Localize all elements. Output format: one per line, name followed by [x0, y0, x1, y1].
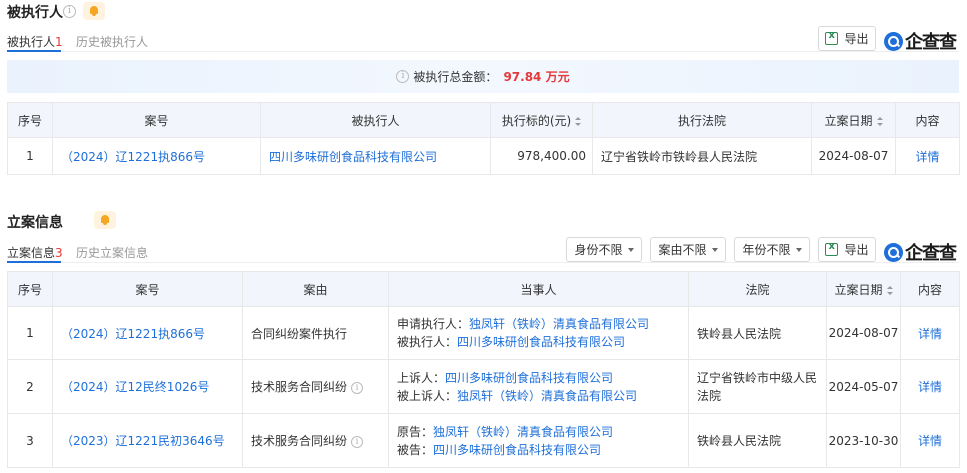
- table-header-row: 序号 案号 被执行人 执行标的(元) 执行法院 立案日期 内容: [7, 102, 960, 138]
- filing-table: 序号 案号 案由 当事人 法院 立案日期 内容 1 （2024）辽1221执86…: [7, 271, 960, 468]
- bell-icon[interactable]: [83, 2, 105, 20]
- logo-mark-icon: [884, 242, 903, 262]
- sortable-header-amount[interactable]: 执行标的(元): [490, 102, 593, 138]
- bell-icon[interactable]: [93, 211, 116, 229]
- tab-history-filing[interactable]: 历史立案信息: [76, 244, 148, 261]
- section-title-executed: 被执行人: [7, 5, 63, 21]
- sort-icon: [886, 285, 893, 295]
- filter-identity-dropdown[interactable]: 身份不限: [566, 237, 642, 262]
- tab-executed[interactable]: 被执行人1: [7, 33, 63, 50]
- export-button[interactable]: 导出: [818, 237, 876, 262]
- party-link[interactable]: 四川多味研创食品科技有限公司: [445, 371, 613, 385]
- executed-table: 序号 案号 被执行人 执行标的(元) 执行法院 立案日期 内容 1 （2024）…: [7, 102, 960, 175]
- excel-icon: [825, 30, 839, 45]
- party-link[interactable]: 独凤轩（铁岭）清真食品有限公司: [433, 425, 613, 439]
- table-row: 1 （2024）辽1221执866号 合同纠纷案件执行 申请执行人：独凤轩（铁岭…: [7, 306, 960, 360]
- detail-link[interactable]: 详情: [918, 327, 942, 341]
- detail-link[interactable]: 详情: [915, 150, 939, 164]
- info-icon[interactable]: i: [351, 381, 364, 394]
- info-icon[interactable]: i: [351, 435, 364, 448]
- sort-icon: [575, 116, 582, 126]
- sortable-header-date[interactable]: 立案日期: [826, 271, 901, 307]
- tab-active-indicator: [7, 50, 61, 52]
- info-icon[interactable]: i: [396, 70, 410, 83]
- chevron-down-icon: [795, 247, 802, 252]
- tab-active-indicator: [7, 261, 61, 263]
- excel-icon: [825, 241, 839, 256]
- case-number-link[interactable]: （2024）辽1221执866号: [61, 327, 205, 341]
- table-row: 2 （2024）辽12民终1026号 技术服务合同纠纷 i 上诉人：四川多味研创食…: [7, 359, 960, 414]
- qichacha-logo: 企查查: [884, 239, 957, 265]
- party-link[interactable]: 独凤轩（铁岭）清真食品有限公司: [469, 317, 649, 331]
- qichacha-logo: 企查查: [884, 28, 957, 54]
- party-link[interactable]: 四川多味研创食品科技有限公司: [433, 443, 601, 457]
- tab-filing[interactable]: 立案信息3: [7, 244, 63, 261]
- logo-mark-icon: [884, 31, 903, 51]
- filter-year-dropdown[interactable]: 年份不限: [734, 237, 810, 262]
- section-title-filing: 立案信息: [7, 215, 63, 231]
- detail-link[interactable]: 详情: [918, 434, 942, 448]
- table-row: 3 （2023）辽1221民初3646号 技术服务合同纠纷 i 原告：独凤轩（铁岭…: [7, 413, 960, 468]
- export-button[interactable]: 导出: [818, 26, 876, 51]
- chevron-down-icon: [711, 247, 718, 252]
- filter-cause-dropdown[interactable]: 案由不限: [650, 237, 726, 262]
- case-number-link[interactable]: （2024）辽1221执866号: [61, 150, 205, 164]
- party-link[interactable]: 四川多味研创食品科技有限公司: [457, 335, 625, 349]
- total-amount: 97.84 万元: [503, 70, 570, 84]
- sort-icon: [876, 116, 883, 126]
- party-link[interactable]: 独凤轩（铁岭）清真食品有限公司: [457, 389, 637, 403]
- case-number-link[interactable]: （2023）辽1221民初3646号: [61, 434, 225, 448]
- table-header-row: 序号 案号 案由 当事人 法院 立案日期 内容: [7, 271, 960, 307]
- case-number-link[interactable]: （2024）辽12民终1026号: [61, 380, 209, 394]
- info-icon[interactable]: i: [63, 5, 76, 18]
- chevron-down-icon: [627, 247, 634, 252]
- tab-history-executed[interactable]: 历史被执行人: [76, 33, 148, 50]
- table-row: 1 （2024）辽1221执866号 四川多味研创食品科技有限公司 978,40…: [7, 137, 960, 175]
- party-link[interactable]: 四川多味研创食品科技有限公司: [269, 150, 437, 164]
- sortable-header-date[interactable]: 立案日期: [811, 102, 896, 138]
- detail-link[interactable]: 详情: [918, 380, 942, 394]
- total-amount-banner: i 被执行总金额： 97.84 万元: [7, 60, 959, 93]
